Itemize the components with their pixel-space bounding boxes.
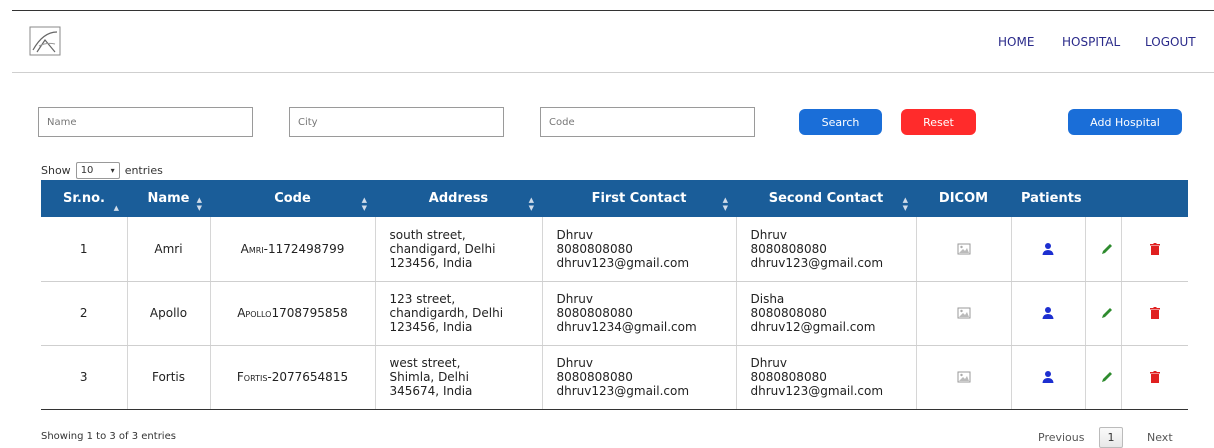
header-address[interactable]: Address ▲ ▼	[375, 180, 542, 217]
entries-value: 10	[80, 165, 94, 176]
entries-label: entries	[124, 164, 163, 177]
user-icon[interactable]	[1041, 242, 1055, 256]
entries-select[interactable]: 10 ▾	[75, 162, 120, 179]
page-1-button[interactable]: 1	[1099, 427, 1123, 448]
cell-name: Amri	[127, 217, 211, 282]
show-label: Show	[41, 164, 71, 177]
cell-code: Apollo1708795858	[210, 281, 376, 346]
table-header-row: Sr.no. ▲ Name ▲ ▼ Code ▲ ▼ Address ▲ ▼ First Co…	[41, 180, 1188, 217]
nav-home[interactable]: HOME	[998, 35, 1034, 49]
cell-edit	[1085, 345, 1122, 410]
top-border	[12, 10, 1214, 11]
cell-first-contact: Dhruv 8080808080 dhruv123@gmail.com	[542, 217, 737, 282]
reset-button[interactable]: Reset	[901, 109, 976, 135]
user-icon[interactable]	[1041, 306, 1055, 320]
header-name[interactable]: Name ▲ ▼	[127, 180, 210, 217]
header-dicom: DICOM	[916, 180, 1011, 217]
trash-icon[interactable]	[1148, 306, 1162, 320]
cell-patients	[1011, 345, 1086, 410]
pencil-icon[interactable]	[1100, 242, 1114, 256]
cell-delete	[1121, 345, 1188, 410]
hospital-table: Sr.no. ▲ Name ▲ ▼ Code ▲ ▼ Address ▲ ▼ First Co…	[41, 180, 1188, 410]
sort-icon: ▲ ▼	[196, 196, 202, 212]
cell-second-contact: Dhruv 8080808080 dhruv123@gmail.com	[736, 217, 917, 282]
image-icon[interactable]	[957, 370, 971, 384]
header-second-contact[interactable]: Second Contact ▲ ▼	[736, 180, 916, 217]
cell-delete	[1121, 217, 1188, 282]
cell-address: west street, Shimla, Delhi 345674, India	[375, 345, 543, 410]
cell-edit	[1085, 281, 1122, 346]
image-icon[interactable]	[957, 306, 971, 320]
cell-code: Fortis-2077654815	[210, 345, 376, 410]
name-input[interactable]	[38, 107, 253, 137]
cell-second-contact: Dhruv 8080808080 dhruv123@gmail.com	[736, 345, 917, 410]
cell-address: 123 street, chandigardh, Delhi 123456, I…	[375, 281, 543, 346]
header-edit	[1085, 180, 1121, 217]
previous-button[interactable]: Previous	[1038, 431, 1085, 444]
header-srno[interactable]: Sr.no. ▲	[41, 180, 127, 217]
add-hospital-button[interactable]: Add Hospital	[1068, 109, 1182, 135]
pencil-icon[interactable]	[1100, 306, 1114, 320]
sort-icon: ▲ ▼	[722, 196, 728, 212]
next-button[interactable]: Next	[1147, 431, 1173, 444]
cell-srno: 2	[41, 281, 128, 346]
user-icon[interactable]	[1041, 370, 1055, 384]
sort-icon: ▲ ▼	[902, 196, 908, 212]
trash-icon[interactable]	[1148, 242, 1162, 256]
cell-delete	[1121, 281, 1188, 346]
logo-icon[interactable]	[29, 26, 61, 56]
cell-patients	[1011, 281, 1086, 346]
table-row: 3 Fortis Fortis-2077654815 west street, …	[41, 345, 1188, 410]
cell-dicom	[916, 281, 1012, 346]
cell-edit	[1085, 217, 1122, 282]
entries-length: Show 10 ▾ entries	[41, 162, 163, 179]
city-input[interactable]	[289, 107, 504, 137]
code-input[interactable]	[540, 107, 755, 137]
cell-name: Fortis	[127, 345, 211, 410]
trash-icon[interactable]	[1148, 370, 1162, 384]
nav-hospital[interactable]: HOSPITAL	[1062, 35, 1120, 49]
search-button[interactable]: Search	[799, 109, 882, 135]
table-row: 1 Amri Amri-1172498799 south street, cha…	[41, 217, 1188, 282]
cell-srno: 3	[41, 345, 128, 410]
cell-first-contact: Dhruv 8080808080 dhruv1234@gmail.com	[542, 281, 737, 346]
sort-asc-icon: ▲	[113, 204, 119, 212]
sort-icon: ▲ ▼	[528, 196, 534, 212]
cell-dicom	[916, 217, 1012, 282]
cell-patients	[1011, 217, 1086, 282]
cell-address: south street, chandigard, Delhi 123456, …	[375, 217, 543, 282]
cell-first-contact: Dhruv 8080808080 dhruv123@gmail.com	[542, 345, 737, 410]
chevron-down-icon: ▾	[110, 166, 115, 175]
table-info: Showing 1 to 3 of 3 entries	[41, 431, 176, 442]
cell-second-contact: Disha 8080808080 dhruv12@gmail.com	[736, 281, 917, 346]
header-divider	[12, 72, 1214, 73]
cell-name: Apollo	[127, 281, 211, 346]
header-delete	[1121, 180, 1188, 217]
pencil-icon[interactable]	[1100, 370, 1114, 384]
sort-icon: ▲ ▼	[361, 196, 367, 212]
header-code[interactable]: Code ▲ ▼	[210, 180, 375, 217]
cell-dicom	[916, 345, 1012, 410]
cell-srno: 1	[41, 217, 128, 282]
image-icon[interactable]	[957, 242, 971, 256]
cell-code: Amri-1172498799	[210, 217, 376, 282]
nav-logout[interactable]: LOGOUT	[1145, 35, 1196, 49]
table-row: 2 Apollo Apollo1708795858 123 street, ch…	[41, 281, 1188, 346]
header-patients: Patients	[1011, 180, 1085, 217]
header-first-contact[interactable]: First Contact ▲ ▼	[542, 180, 736, 217]
